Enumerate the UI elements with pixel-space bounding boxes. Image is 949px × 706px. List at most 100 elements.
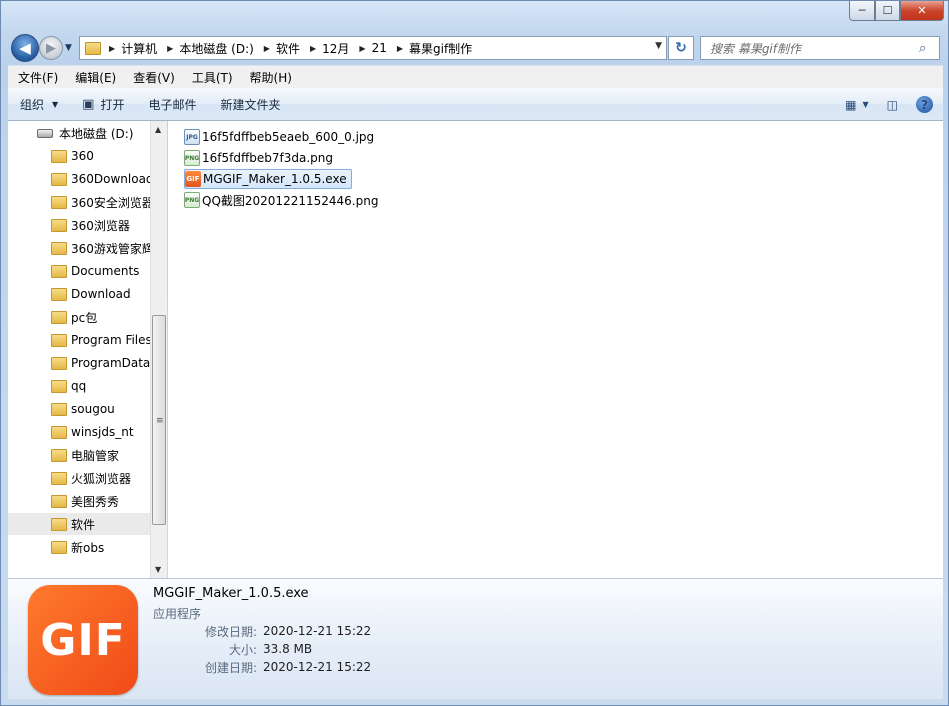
tree-item[interactable]: 360浏览器 (8, 214, 150, 236)
folder-icon (51, 402, 67, 416)
breadcrumb-5[interactable]: ▶ 幕果gif制作 (389, 37, 474, 59)
menu-edit[interactable]: 编辑(E) (65, 69, 123, 86)
detail-label: 创建日期: (204, 660, 257, 675)
address-history-dropdown[interactable]: ▼ (655, 41, 662, 51)
tree-item-label: 本地磁盘 (D:) (59, 126, 134, 141)
folder-icon (51, 379, 67, 393)
details-pane: GIF MGGIF_Maker_1.0.5.exe 应用程序 修改日期: 2020… (8, 578, 943, 699)
back-button[interactable]: ◀ (11, 34, 39, 62)
refresh-icon: ↻ (675, 40, 687, 56)
organize-button[interactable]: 组织 ▼ (8, 88, 70, 121)
tree-item[interactable]: winsjds_nt (8, 421, 150, 443)
maximize-button[interactable]: ☐ (875, 1, 900, 21)
breadcrumb-label[interactable]: 本地磁盘 (D:) (179, 40, 255, 57)
tree-item[interactable]: Documents (8, 260, 150, 282)
tree-item-label: Documents (71, 264, 140, 278)
chevron-down-icon: ▼ (52, 99, 59, 109)
menu-help[interactable]: 帮助(H) (240, 69, 299, 86)
detail-modified-row: 修改日期: 2020-12-21 15:22 (153, 622, 371, 640)
scroll-up-icon[interactable]: ▲ (155, 125, 161, 134)
detail-value: 2020-12-21 15:22 (263, 624, 372, 638)
tree-item[interactable]: 火狐浏览器 (8, 467, 150, 489)
file-name: MGGIF_Maker_1.0.5.exe (203, 172, 347, 186)
tree-item[interactable]: 电脑管家 (8, 444, 150, 466)
close-button[interactable]: ✕ (900, 1, 944, 21)
chevron-right-icon[interactable]: ▶ (302, 44, 322, 53)
breadcrumb-3[interactable]: ▶ 12月 (302, 37, 351, 59)
tree-item[interactable]: 360 (8, 145, 150, 167)
tree-item-label: qq (71, 379, 87, 393)
tree-item-drive-d[interactable]: 本地磁盘 (D:) (8, 122, 150, 144)
chevron-down-icon[interactable]: ▼ (863, 100, 869, 109)
tree-item-label: ProgramData (71, 356, 150, 370)
file-item-selected[interactable]: GIF MGGIF_Maker_1.0.5.exe (184, 169, 352, 189)
recent-pages-dropdown[interactable]: ▼ (65, 43, 75, 53)
folder-tree: 本地磁盘 (D:) 360 360Download 360安全浏览器 360浏览… (8, 121, 150, 578)
breadcrumb-4[interactable]: ▶ 21 (351, 37, 388, 59)
search-input[interactable]: 搜索 幕果gif制作 (701, 40, 919, 57)
nav-scrollbar[interactable]: ▲ ≡ ▼ (150, 121, 167, 578)
open-button[interactable]: ▣ 打开 (70, 88, 136, 121)
breadcrumb-label[interactable]: 计算机 (121, 40, 159, 57)
scroll-down-icon[interactable]: ▼ (155, 565, 161, 574)
breadcrumb-label[interactable]: 21 (372, 41, 389, 55)
tree-item[interactable]: 新obs (8, 536, 150, 558)
tree-item-label: Program Files (71, 333, 150, 347)
menu-tools[interactable]: 工具(T) (182, 69, 240, 86)
tree-item-label: winsjds_nt (71, 425, 134, 439)
tree-item[interactable]: Program Files (8, 329, 150, 351)
folder-icon (51, 195, 67, 209)
file-item[interactable]: PNG 16f5fdffbeb7f3da.png (184, 148, 337, 168)
title-bar: ─ ☐ ✕ (1, 1, 949, 31)
menu-view[interactable]: 查看(V) (123, 69, 182, 86)
folder-icon (51, 149, 67, 163)
chevron-right-icon[interactable]: ▶ (101, 44, 121, 53)
breadcrumb-label[interactable]: 幕果gif制作 (409, 40, 474, 57)
tree-item-label: 360游戏管家辉 (71, 241, 150, 256)
forward-button[interactable]: ▶ (39, 36, 63, 60)
breadcrumb-label[interactable]: 12月 (322, 40, 351, 57)
chevron-right-icon[interactable]: ▶ (159, 44, 179, 53)
file-name: 16f5fdffbeb7f3da.png (202, 151, 333, 165)
tree-item-label: 电脑管家 (71, 448, 120, 463)
file-item[interactable]: JPG 16f5fdffbeb5eaeb_600_0.jpg (184, 127, 378, 147)
breadcrumb-1[interactable]: ▶ 本地磁盘 (D:) (159, 37, 256, 59)
tree-item[interactable]: 360Download (8, 168, 150, 190)
chevron-right-icon[interactable]: ▶ (351, 44, 371, 53)
detail-size-row: 大小: 33.8 MB (153, 640, 312, 658)
search-box[interactable]: 搜索 幕果gif制作 ⌕ (700, 36, 940, 60)
view-options-icon[interactable]: ▦ (845, 98, 856, 112)
tree-item-selected[interactable]: 软件 (8, 513, 150, 535)
tree-item[interactable]: 360安全浏览器 (8, 191, 150, 213)
minimize-button[interactable]: ─ (849, 1, 875, 21)
tree-item-label: sougou (71, 402, 115, 416)
tree-item[interactable]: ProgramData (8, 352, 150, 374)
file-item[interactable]: PNG QQ截图20201221152446.png (184, 190, 382, 210)
tree-item-label: 软件 (71, 517, 96, 532)
tree-item[interactable]: qq (8, 375, 150, 397)
folder-icon (51, 448, 67, 462)
scrollbar-thumb[interactable]: ≡ (152, 315, 166, 525)
help-icon[interactable]: ? (916, 96, 933, 113)
breadcrumb-0[interactable]: ▶ 计算机 (101, 37, 159, 59)
search-icon[interactable]: ⌕ (919, 41, 939, 56)
breadcrumb-label[interactable]: 软件 (276, 40, 302, 57)
explorer-window: ─ ☐ ✕ ◀ ▶ ▼ ▶ 计算机 ▶ 本地磁盘 (D:) ▶ 软件 ▶ 12月 ▶ 21… (0, 0, 949, 706)
address-bar[interactable]: ▶ 计算机 ▶ 本地磁盘 (D:) ▶ 软件 ▶ 12月 ▶ 21 ▶ 幕果gif制作 ▼ (79, 36, 667, 60)
folder-icon (51, 264, 67, 278)
tree-item[interactable]: Download (8, 283, 150, 305)
folder-icon (51, 494, 67, 508)
chevron-right-icon[interactable]: ▶ (256, 44, 276, 53)
tree-item[interactable]: 360游戏管家辉 (8, 237, 150, 259)
menu-file[interactable]: 文件(F) (8, 69, 65, 86)
breadcrumb-2[interactable]: ▶ 软件 (256, 37, 302, 59)
tree-item[interactable]: pc包 (8, 306, 150, 328)
refresh-button[interactable]: ↻ (668, 36, 694, 60)
detail-label: 修改日期: (204, 624, 257, 639)
new-folder-button[interactable]: 新建文件夹 (209, 88, 293, 121)
tree-item[interactable]: 美图秀秀 (8, 490, 150, 512)
email-button[interactable]: 电子邮件 (136, 88, 208, 121)
tree-item[interactable]: sougou (8, 398, 150, 420)
chevron-right-icon[interactable]: ▶ (389, 44, 409, 53)
preview-pane-icon[interactable]: ◫ (887, 98, 898, 112)
